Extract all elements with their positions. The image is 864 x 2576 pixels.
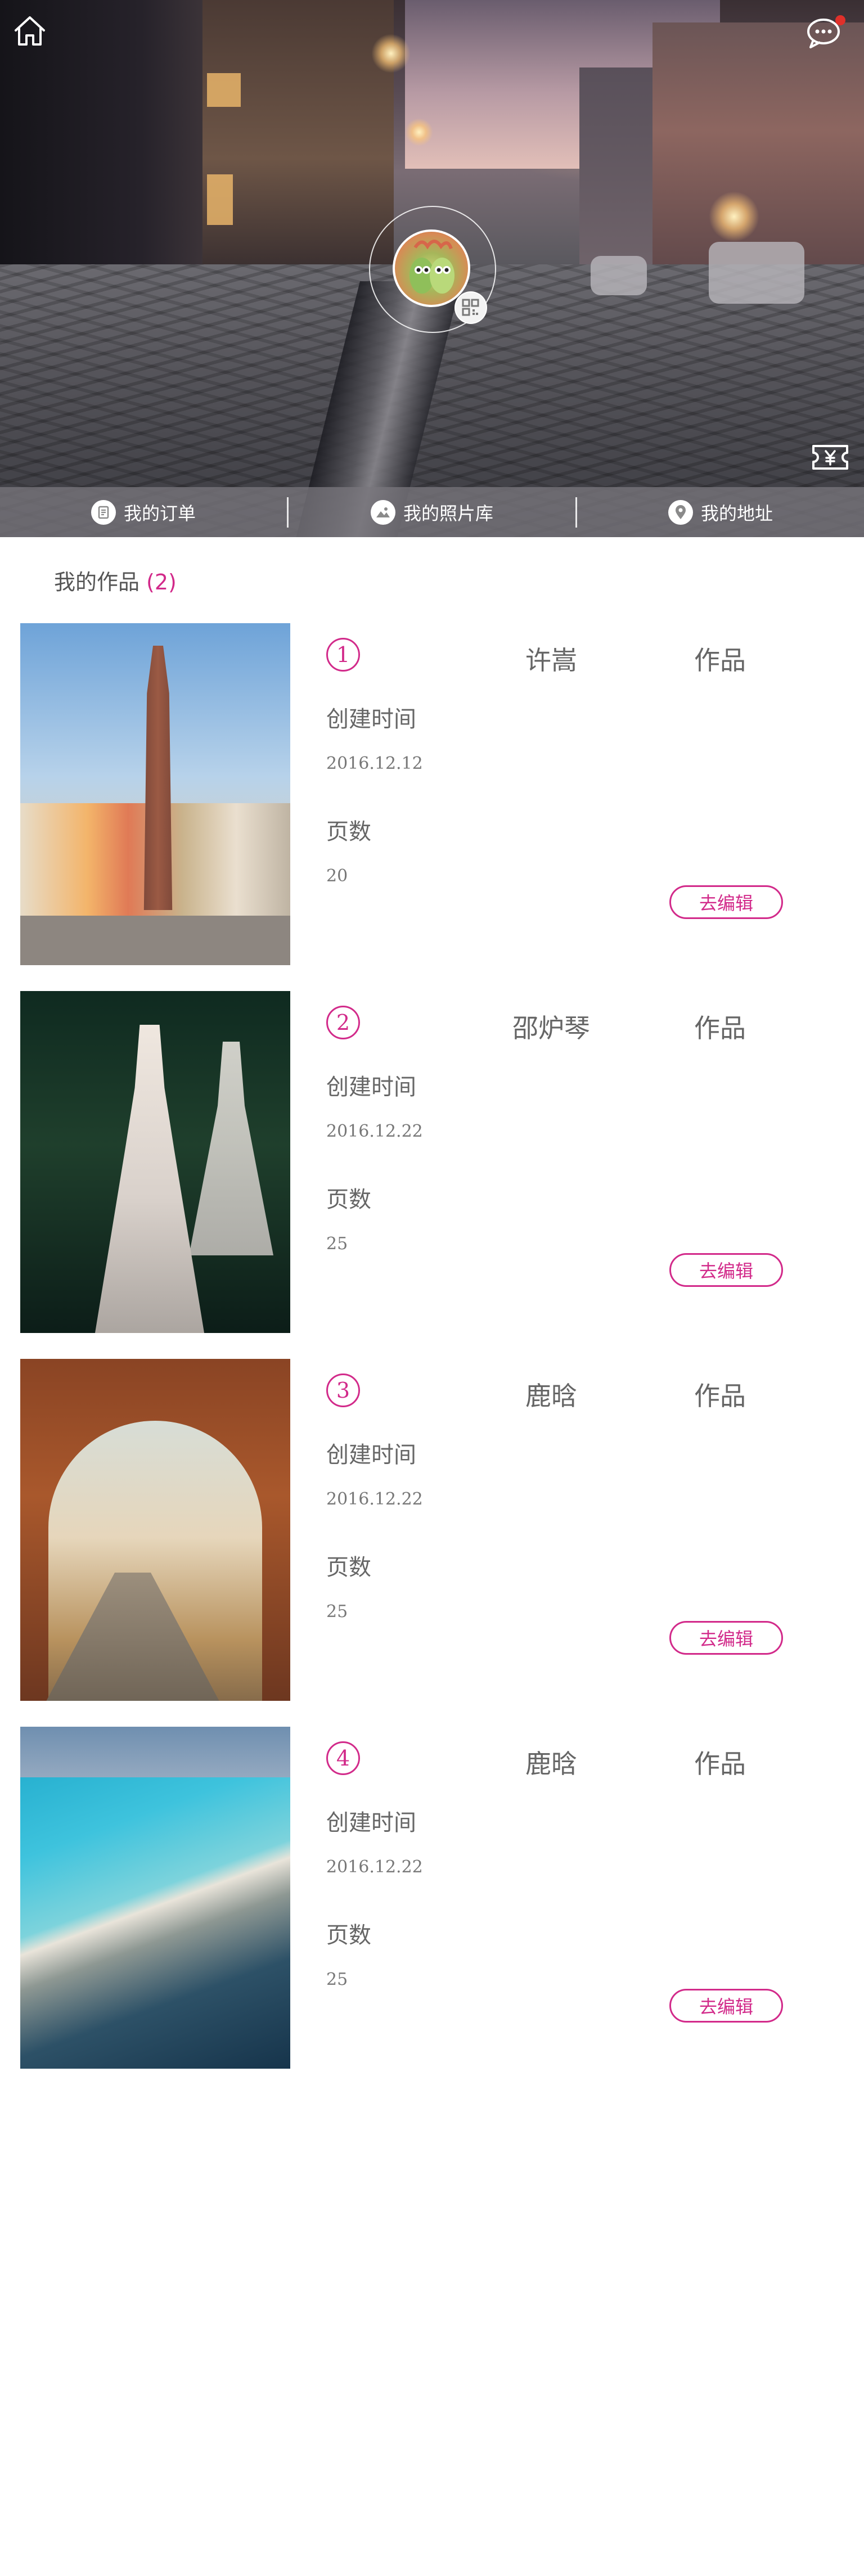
nav-my-photo-library[interactable]: 我的照片库 (289, 487, 575, 537)
work-card: 4 鹿晗 作品 创建时间 2016.12.22 页数 25 去编辑 (20, 1727, 830, 2070)
location-icon (668, 499, 693, 525)
ticket-yen-icon[interactable] (810, 442, 850, 473)
created-date: 2016.12.22 (326, 1489, 423, 1509)
created-date: 2016.12.22 (326, 1857, 423, 1877)
created-label: 创建时间 (326, 706, 416, 732)
pages-label: 页数 (326, 1922, 371, 1948)
notification-dot (835, 15, 845, 25)
pages-label: 页数 (326, 1555, 371, 1580)
created-label: 创建时间 (326, 1442, 416, 1468)
work-thumbnail[interactable] (20, 1727, 290, 2069)
work-number: 2 (326, 1006, 360, 1039)
work-thumbnail[interactable] (20, 991, 290, 1333)
pages-label: 页数 (326, 1187, 371, 1213)
profile-nav: 我的订单 我的照片库 我的地址 (0, 487, 864, 537)
nav-label: 我的地址 (700, 502, 773, 524)
created-label: 创建时间 (326, 1810, 416, 1836)
nav-my-address[interactable]: 我的地址 (577, 487, 864, 537)
pages-count: 25 (326, 1970, 348, 1989)
work-card: 2 邵炉琴 作品 创建时间 2016.12.22 页数 25 去编辑 (20, 991, 830, 1334)
pages-count: 25 (326, 1234, 348, 1254)
work-tag: 作品 (694, 645, 746, 675)
created-date: 2016.12.12 (326, 754, 423, 773)
edit-button[interactable]: 去编辑 (669, 885, 783, 919)
work-info: 4 鹿晗 作品 创建时间 2016.12.22 页数 25 去编辑 (326, 1727, 832, 2070)
work-thumbnail[interactable] (20, 623, 290, 965)
nav-my-orders[interactable]: 我的订单 (0, 487, 287, 537)
work-info: 1 许嵩 作品 创建时间 2016.12.12 页数 20 去编辑 (326, 623, 832, 966)
avatar-group (369, 206, 496, 333)
profile-header: 我的订单 我的照片库 我的地址 (0, 0, 864, 537)
hero-building-center-left (202, 0, 394, 264)
home-icon[interactable] (12, 13, 47, 48)
work-tag: 作品 (694, 1381, 746, 1411)
street-lamp (405, 118, 433, 146)
work-thumbnail[interactable] (20, 1359, 290, 1701)
work-card: 1 许嵩 作品 创建时间 2016.12.12 页数 20 去编辑 (20, 623, 830, 966)
work-author: 鹿晗 (525, 1749, 577, 1779)
created-date: 2016.12.22 (326, 1122, 423, 1141)
pages-label: 页数 (326, 819, 371, 845)
nav-label: 我的订单 (123, 502, 196, 524)
work-author: 邵炉琴 (512, 1013, 590, 1043)
work-tag: 作品 (694, 1013, 746, 1043)
my-works-title: 我的作品 (2) (54, 565, 177, 596)
hero-car (709, 242, 804, 304)
work-card: 3 鹿晗 作品 创建时间 2016.12.22 页数 25 去编辑 (20, 1359, 830, 1702)
work-tag: 作品 (694, 1749, 746, 1779)
pages-count: 20 (326, 866, 348, 886)
street-lamp (709, 191, 759, 242)
work-info: 2 邵炉琴 作品 创建时间 2016.12.22 页数 25 去编辑 (326, 991, 832, 1334)
work-number: 4 (326, 1741, 360, 1775)
edit-button[interactable]: 去编辑 (669, 1989, 783, 2023)
order-icon (91, 499, 116, 525)
work-author: 许嵩 (525, 645, 577, 675)
work-info: 3 鹿晗 作品 创建时间 2016.12.22 页数 25 去编辑 (326, 1359, 832, 1702)
qrcode-icon[interactable] (454, 291, 487, 324)
hero-car (591, 256, 647, 295)
edit-button[interactable]: 去编辑 (669, 1253, 783, 1287)
pages-count: 25 (326, 1602, 348, 1622)
nav-label: 我的照片库 (403, 502, 493, 524)
street-lamp (371, 34, 411, 73)
section-title-text: 我的作品 (54, 570, 140, 595)
hero-building-far (579, 67, 664, 270)
work-number: 3 (326, 1373, 360, 1407)
created-label: 创建时间 (326, 1074, 416, 1100)
works-count: (2) (146, 570, 177, 595)
chat-icon[interactable] (806, 13, 847, 51)
work-number: 1 (326, 638, 360, 672)
photo-library-icon (370, 499, 395, 525)
work-author: 鹿晗 (525, 1381, 577, 1411)
edit-button[interactable]: 去编辑 (669, 1621, 783, 1655)
